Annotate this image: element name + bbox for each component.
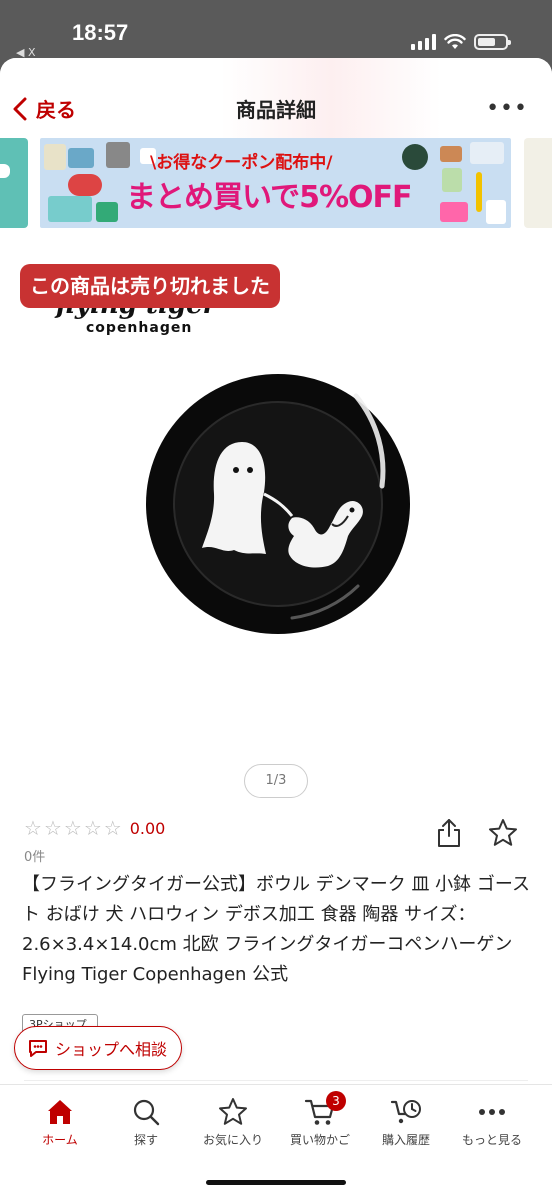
brand-logo-line2: copenhagen xyxy=(86,320,193,336)
tab-cart[interactable]: 3 買い物かご xyxy=(274,1091,366,1148)
tab-favorites[interactable]: お気に入り xyxy=(187,1095,279,1148)
rating-star-icon: ☆ xyxy=(63,816,82,840)
tab-search[interactable]: 探す xyxy=(100,1095,192,1148)
history-icon xyxy=(390,1100,421,1124)
product-detail-sheet: 戻る 商品詳細 ••• \お得なクーポン配布中/ まとめ買いで5%OFF この商… xyxy=(0,58,552,1200)
share-icon[interactable] xyxy=(436,818,462,848)
rating-star-icon: ☆ xyxy=(103,816,122,840)
home-indicator[interactable] xyxy=(206,1180,346,1185)
star-icon xyxy=(219,1098,247,1125)
status-icons xyxy=(411,34,511,50)
more-icon xyxy=(479,1109,505,1115)
product-title: 【フライングタイガー公式】ボウル デンマーク 皿 小鉢 ゴースト おばけ 犬 ハ… xyxy=(22,874,530,985)
image-pager: 1/3 xyxy=(244,764,308,798)
review-count[interactable]: 0件 xyxy=(24,846,45,865)
tab-label: 購入履歴 xyxy=(381,1133,430,1147)
navigation-bar: 戻る 商品詳細 ••• xyxy=(0,58,552,138)
tab-home[interactable]: ホーム xyxy=(14,1095,106,1148)
tab-label: 探す xyxy=(133,1133,158,1147)
rating-star-icon: ☆ xyxy=(43,816,62,840)
more-options-button[interactable]: ••• xyxy=(486,96,528,121)
consult-shop-label: ショップへ相談 xyxy=(55,1040,168,1059)
search-icon xyxy=(133,1099,160,1126)
tab-label: お気に入り xyxy=(202,1133,263,1147)
rating-value[interactable]: 0.00 xyxy=(130,819,166,838)
banner-next-peek[interactable] xyxy=(524,138,552,228)
status-bar: 18:57 ◀ X xyxy=(0,0,552,59)
rating-star-icon: ☆ xyxy=(83,816,102,840)
status-time: 18:57 xyxy=(72,20,129,45)
tab-label: ホーム xyxy=(42,1133,78,1147)
banner-headline: \お得なクーポン配布中/ xyxy=(150,153,333,173)
page-title: 商品詳細 xyxy=(236,98,316,122)
rating-stars: ☆ ☆ ☆ ☆ ☆ xyxy=(24,818,122,838)
consult-shop-button[interactable]: ショップへ相談 xyxy=(14,1026,183,1070)
wifi-icon xyxy=(444,34,466,49)
cart-count-badge: 3 xyxy=(326,1091,346,1111)
signal-icon xyxy=(411,34,436,50)
sold-out-label: この商品は売り切れました xyxy=(20,264,280,308)
tab-more[interactable]: もっと見る xyxy=(446,1095,538,1148)
product-image[interactable] xyxy=(142,366,414,638)
battery-icon xyxy=(474,34,511,50)
home-icon xyxy=(48,1100,72,1124)
tab-label: もっと見る xyxy=(461,1133,522,1147)
rating-star-icon: ☆ xyxy=(24,816,42,840)
rating-row: ☆ ☆ ☆ ☆ ☆ 0.00 xyxy=(24,818,165,838)
tab-purchase-history[interactable]: 購入履歴 xyxy=(360,1095,452,1148)
tab-label: 買い物かご xyxy=(289,1133,350,1147)
coupon-banner[interactable]: \お得なクーポン配布中/ まとめ買いで5%OFF xyxy=(40,138,511,228)
banner-prev-peek[interactable] xyxy=(0,138,28,228)
banner-offer: まとめ買いで5%OFF xyxy=(126,180,413,215)
chat-icon xyxy=(29,1040,47,1057)
favorite-star-icon[interactable] xyxy=(488,818,518,848)
